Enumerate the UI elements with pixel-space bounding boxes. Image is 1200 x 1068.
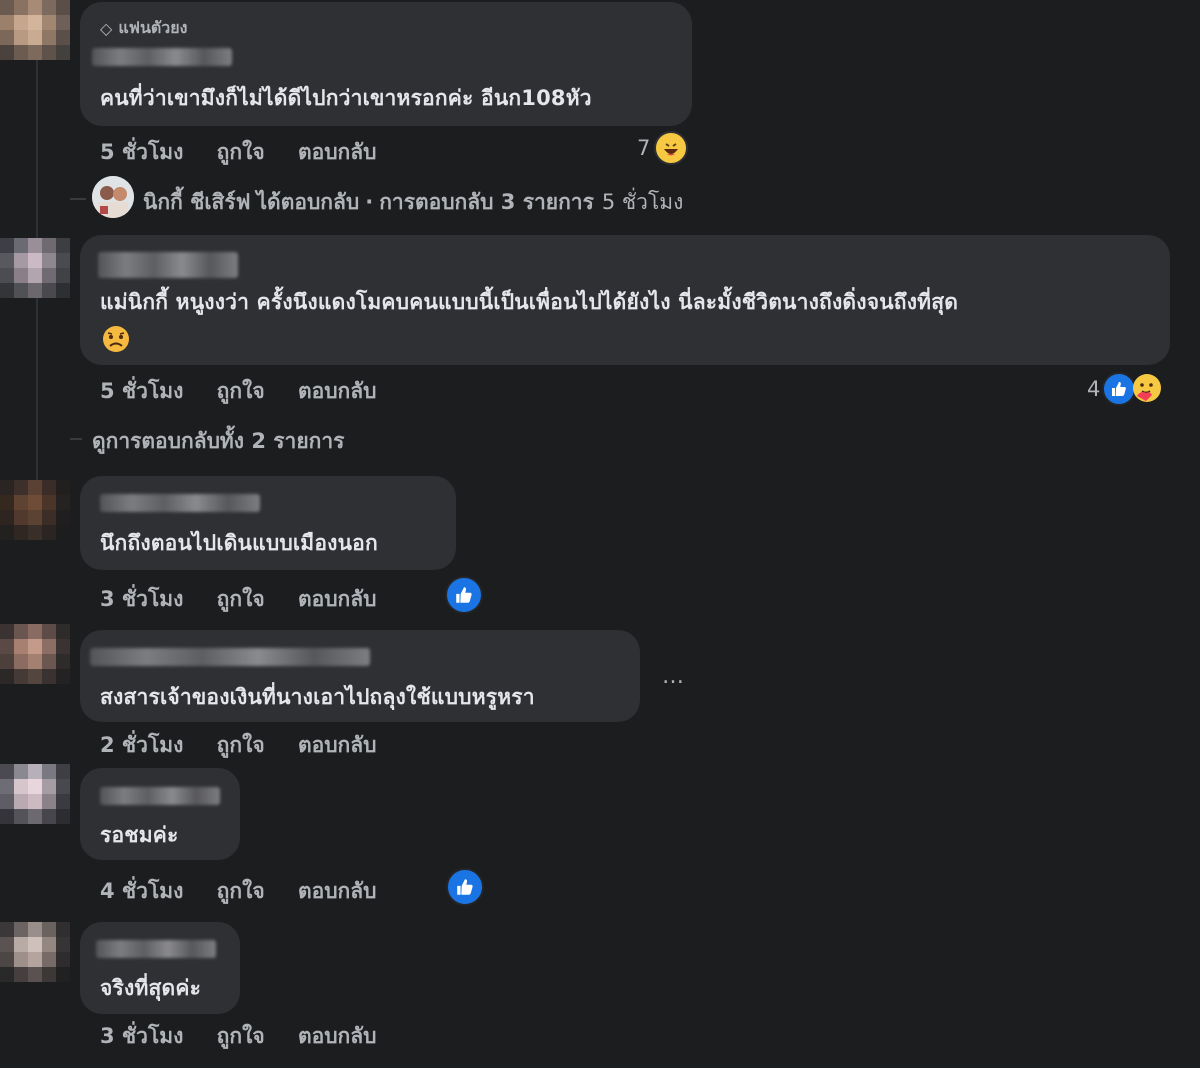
like-link[interactable]: ถูกใจ bbox=[217, 140, 265, 164]
comment-actions: 5 ชั่วโมง ถูกใจ ตอบกลับ bbox=[100, 136, 402, 169]
comment-time[interactable]: 3 ชั่วโมง bbox=[100, 1024, 183, 1048]
avatar[interactable] bbox=[0, 480, 70, 540]
comment-actions: 3 ชั่วโมง ถูกใจ ตอบกลับ bbox=[100, 583, 402, 616]
like-link[interactable]: ถูกใจ bbox=[217, 733, 265, 757]
like-link[interactable]: ถูกใจ bbox=[217, 379, 265, 403]
like-link[interactable]: ถูกใจ bbox=[217, 879, 265, 903]
badge-label: แฟนตัวยง bbox=[118, 18, 188, 37]
reply-link[interactable]: ตอบกลับ bbox=[298, 379, 377, 403]
comment-time[interactable]: 3 ชั่วโมง bbox=[100, 587, 183, 611]
commenter-name[interactable] bbox=[92, 48, 232, 66]
comment-time[interactable]: 5 ชั่วโมง bbox=[100, 140, 183, 164]
reply-sep: · bbox=[365, 190, 374, 214]
like-icon[interactable] bbox=[445, 576, 483, 614]
reply-link[interactable]: ตอบกลับ bbox=[298, 733, 377, 757]
reply-connector bbox=[70, 198, 86, 200]
comment-actions: 2 ชั่วโมง ถูกใจ ตอบกลับ bbox=[100, 729, 402, 762]
avatar[interactable] bbox=[0, 922, 70, 982]
more-options-icon[interactable]: … bbox=[662, 664, 684, 689]
reply-connector bbox=[70, 438, 82, 440]
comment-actions: 5 ชั่วโมง ถูกใจ ตอบกลับ bbox=[100, 375, 402, 408]
comment-time[interactable]: 4 ชั่วโมง bbox=[100, 879, 183, 903]
reaction-count[interactable]: 7 bbox=[637, 136, 650, 160]
reply-action: ได้ตอบกลับ bbox=[256, 190, 360, 214]
diamond-icon: ◇ bbox=[100, 19, 113, 38]
replier-avatar[interactable] bbox=[92, 176, 134, 218]
comment-text: จริงที่สุดค่ะ bbox=[100, 976, 202, 1000]
replier-name[interactable]: นิกกี้ ชีเสิร์ฟ bbox=[143, 190, 251, 214]
laugh-icon[interactable] bbox=[654, 131, 688, 165]
avatar[interactable] bbox=[0, 624, 70, 684]
comment-text: นึกถึงตอนไปเดินแบบเมืองนอก bbox=[100, 531, 378, 555]
comment-text: แม่นิกกี้ หนูงงว่า ครั้งนึงแดงโมคบคนแบบน… bbox=[100, 290, 959, 314]
top-fan-badge: ◇ แฟนตัวยง bbox=[100, 16, 187, 41]
reply-count[interactable]: การตอบกลับ 3 รายการ bbox=[379, 190, 594, 214]
comment-text: คนที่ว่าเขามึงก็ไม่ได้ดีไปกว่าเขาหรอกค่ะ… bbox=[100, 86, 592, 110]
comment-text: สงสารเจ้าของเงินที่นางเอาไปถลุงใช้แบบหรู… bbox=[100, 685, 535, 709]
reply-link[interactable]: ตอบกลับ bbox=[298, 879, 377, 903]
commenter-name[interactable] bbox=[96, 940, 216, 958]
sad-emoji-icon bbox=[101, 324, 131, 354]
like-link[interactable]: ถูกใจ bbox=[217, 1024, 265, 1048]
like-icon[interactable] bbox=[446, 868, 484, 906]
avatar[interactable] bbox=[0, 238, 70, 298]
reply-summary[interactable]: นิกกี้ ชีเสิร์ฟ ได้ตอบกลับ · การตอบกลับ 3 ร… bbox=[143, 186, 709, 219]
commenter-name[interactable] bbox=[98, 252, 238, 278]
avatar[interactable] bbox=[0, 764, 70, 824]
comment-text: รอชมค่ะ bbox=[100, 823, 179, 847]
commenter-name[interactable] bbox=[90, 648, 370, 666]
comment-actions: 4 ชั่วโมง ถูกใจ ตอบกลับ bbox=[100, 875, 402, 908]
reply-link[interactable]: ตอบกลับ bbox=[298, 140, 377, 164]
reply-link[interactable]: ตอบกลับ bbox=[298, 1024, 377, 1048]
commenter-name[interactable] bbox=[100, 787, 220, 805]
reaction-count[interactable]: 4 bbox=[1087, 377, 1100, 401]
comment-time[interactable]: 2 ชั่วโมง bbox=[100, 733, 183, 757]
comment-time[interactable]: 5 ชั่วโมง bbox=[100, 379, 183, 403]
comment-actions: 3 ชั่วโมง ถูกใจ ตอบกลับ bbox=[100, 1020, 402, 1053]
reply-link[interactable]: ตอบกลับ bbox=[298, 587, 377, 611]
like-link[interactable]: ถูกใจ bbox=[217, 587, 265, 611]
commenter-name[interactable] bbox=[100, 494, 260, 512]
care-icon[interactable] bbox=[1131, 372, 1163, 404]
avatar[interactable] bbox=[0, 0, 70, 60]
view-replies-link[interactable]: ดูการตอบกลับทั้ง 2 รายการ bbox=[92, 425, 344, 458]
reply-time: 5 ชั่วโมง bbox=[601, 190, 684, 214]
